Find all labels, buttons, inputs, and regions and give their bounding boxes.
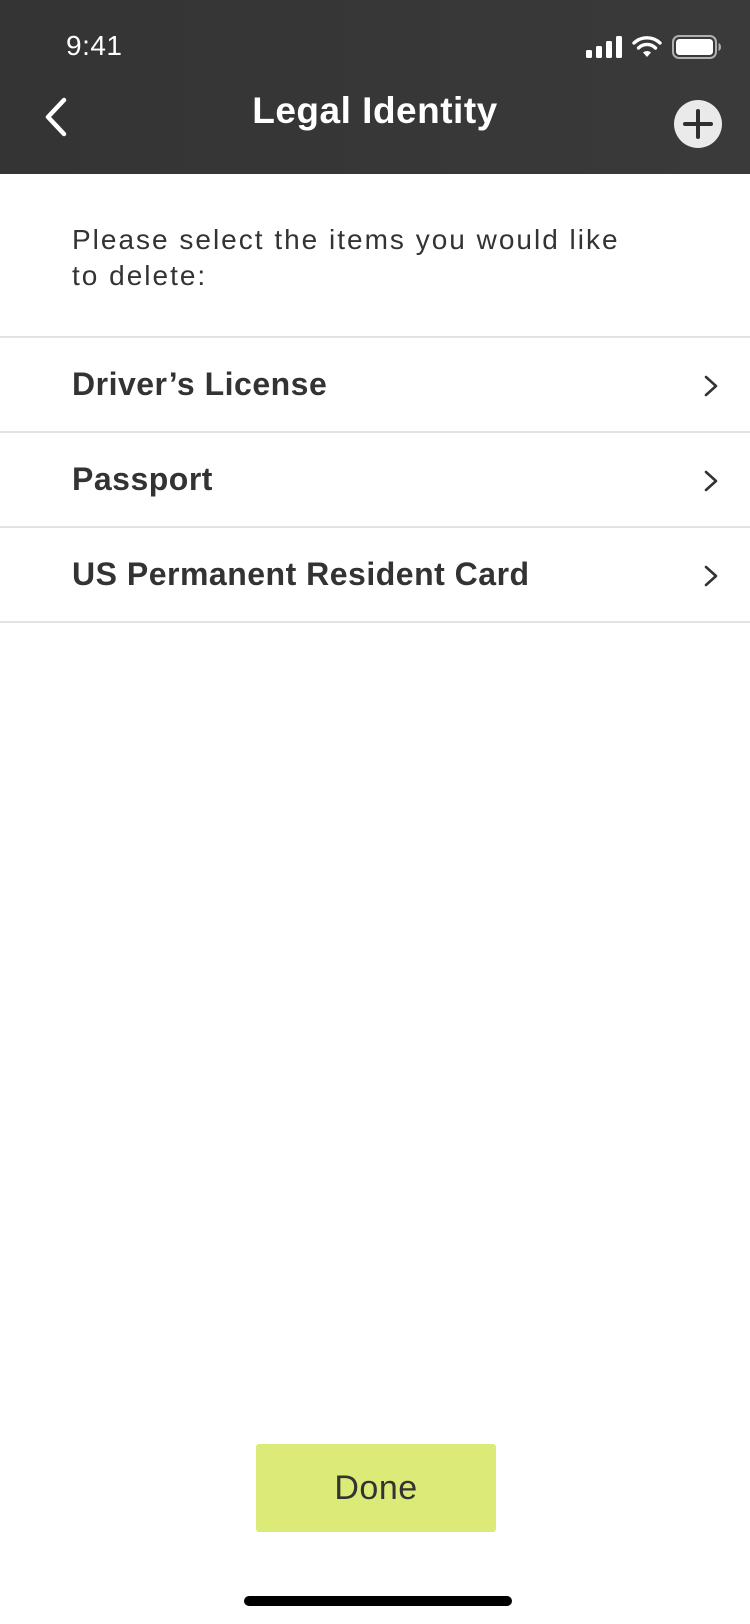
list-item-label: Passport xyxy=(72,461,213,497)
list-item-label: Driver’s License xyxy=(72,366,328,402)
page-title: Legal Identity xyxy=(252,90,498,131)
chevron-right-icon xyxy=(704,375,718,397)
wifi-icon xyxy=(632,36,662,57)
status-time: 9:41 xyxy=(66,30,123,61)
list-item-drivers-license[interactable]: Driver’s License xyxy=(0,338,750,433)
plus-icon xyxy=(683,109,713,139)
chevron-right-icon xyxy=(704,470,718,492)
signal-icon xyxy=(586,36,622,58)
done-button[interactable]: Done xyxy=(256,1444,496,1532)
add-button[interactable] xyxy=(674,100,722,148)
chevron-right-icon xyxy=(704,565,718,587)
list-item-passport[interactable]: Passport xyxy=(0,433,750,528)
battery-icon xyxy=(672,35,721,59)
identity-list: Driver’s License Passport US Permanent R… xyxy=(0,336,750,623)
home-indicator xyxy=(244,1596,512,1606)
status-icons xyxy=(586,34,722,60)
instruction-text: Please select the items you would like t… xyxy=(72,224,620,291)
list-item-permanent-resident-card[interactable]: US Permanent Resident Card xyxy=(0,528,750,623)
screen: 9:41 Legal Identity Please select the it… xyxy=(0,0,750,1624)
header-bar: 9:41 Legal Identity xyxy=(0,0,750,174)
list-item-label: US Permanent Resident Card xyxy=(72,556,530,592)
